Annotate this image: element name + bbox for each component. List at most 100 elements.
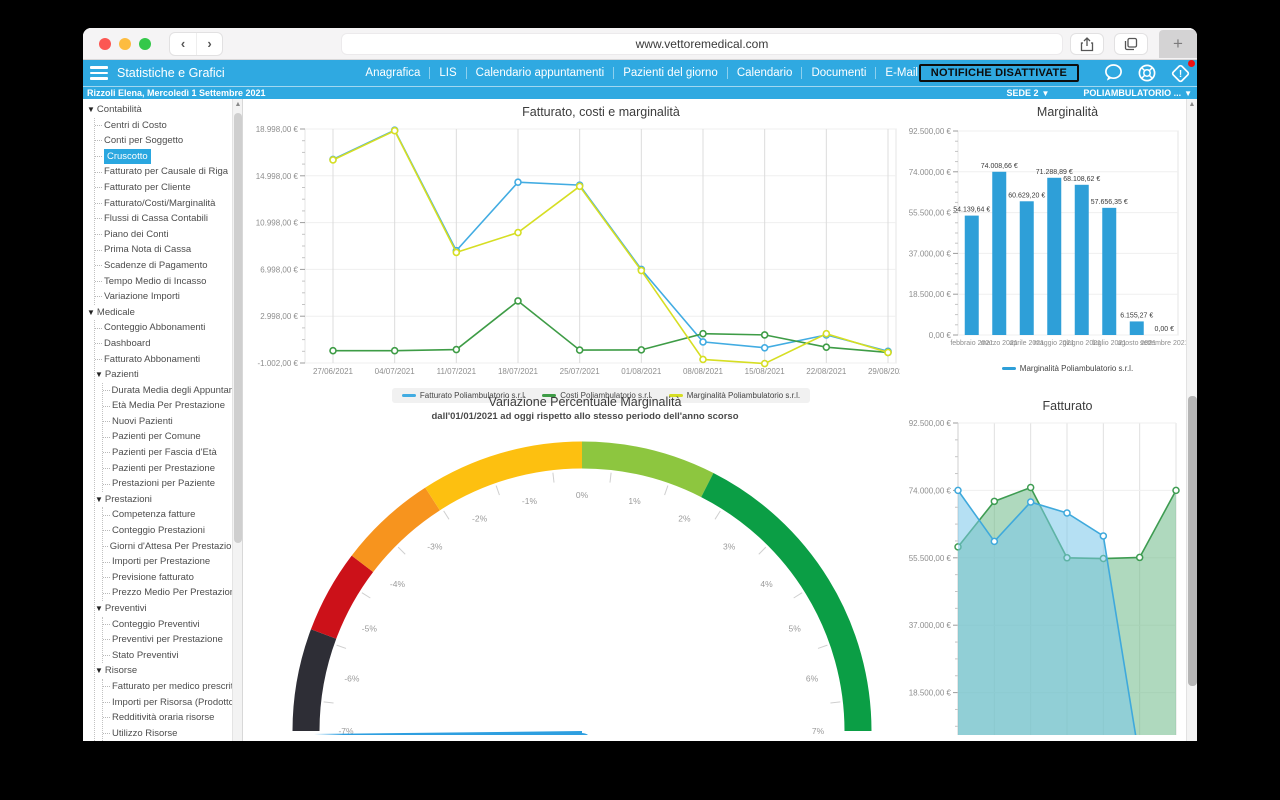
tree-item-conteggio-preventivi[interactable]: Conteggio Preventivi xyxy=(103,617,242,633)
tree-expand-icon[interactable]: ▼ xyxy=(95,367,103,383)
tree-item-importi-per-prestazione[interactable]: Importi per Prestazione xyxy=(103,554,242,570)
nav-lis[interactable]: LIS xyxy=(438,67,457,79)
svg-text:92.500,00 €: 92.500,00 € xyxy=(909,127,952,136)
forward-button[interactable]: › xyxy=(196,32,222,55)
sidebar-scrollbar-thumb[interactable] xyxy=(234,113,242,543)
tree-item-prezzo-medio-per-prestazione[interactable]: Prezzo Medio Per Prestazione xyxy=(103,585,242,601)
tree-connector xyxy=(103,405,110,407)
alerts-diamond-icon[interactable]: ! xyxy=(1170,59,1195,84)
menu-icon[interactable] xyxy=(90,66,108,80)
show-tabs-button[interactable] xyxy=(1114,33,1148,55)
tree-item-prestazioni[interactable]: ▼ Prestazioni xyxy=(95,492,242,508)
close-window-button[interactable] xyxy=(99,37,111,50)
tree-item-label: Flussi di Cassa Contabili xyxy=(104,213,209,225)
tree-connector xyxy=(95,140,102,142)
svg-text:2%: 2% xyxy=(678,513,691,523)
tree-children: Durata Media degli Appuntame Età Media Pe… xyxy=(102,382,242,492)
tree-item-preventivi[interactable]: ▼ Preventivi xyxy=(95,601,242,617)
tree-item-contabilit[interactable]: ▼ Contabilità xyxy=(87,102,242,118)
tree-connector xyxy=(103,717,110,719)
tree-item-competenza-fatture[interactable]: Competenza fatture xyxy=(103,507,242,523)
main-scrollbar-thumb[interactable] xyxy=(1188,396,1197,686)
tree-item-label: Medicale xyxy=(96,306,135,318)
minimize-window-button[interactable] xyxy=(119,37,131,50)
tree-expand-icon[interactable]: ▼ xyxy=(95,492,103,508)
scroll-up-icon[interactable]: ▲ xyxy=(234,101,242,108)
tree-item-scadenze-di-pagamento[interactable]: Scadenze di Pagamento xyxy=(95,258,242,274)
tree-expand-icon[interactable]: ▼ xyxy=(87,305,95,321)
tree-connector xyxy=(95,249,102,251)
tree-item-pazienti-per-prestazione[interactable]: Pazienti per Prestazione xyxy=(103,461,242,477)
tree-item-risorse[interactable]: ▼ Risorse xyxy=(95,663,242,679)
tree-item-previsione-fatturato[interactable]: Previsione fatturato xyxy=(103,570,242,586)
tree-expand-icon[interactable]: ▼ xyxy=(87,102,95,118)
tree-item-fatturato-per-cliente[interactable]: Fatturato per Cliente xyxy=(95,180,242,196)
tree-item-conteggio-abbonamenti[interactable]: Conteggio Abbonamenti xyxy=(95,320,242,336)
main-scrollbar[interactable]: ▲ xyxy=(1186,99,1197,741)
tree-item-preventivi-per-prestazione[interactable]: Preventivi per Prestazione xyxy=(103,632,242,648)
sidebar-scrollbar[interactable]: ▲ xyxy=(232,99,242,741)
bar-chart-canvas: 92.500,00 € 74.000,00 € 55.500,00 € 37.000,… xyxy=(909,127,1189,347)
tree-item-dashboard[interactable]: Dashboard xyxy=(95,336,242,352)
nav-documenti[interactable]: Documenti xyxy=(810,67,867,79)
zoom-window-button[interactable] xyxy=(139,37,151,50)
tree-expand-icon[interactable]: ▼ xyxy=(95,663,103,679)
tree-connector xyxy=(103,592,110,594)
tree-item-pazienti-per-fascia-d-et[interactable]: Pazienti per Fascia d'Età xyxy=(103,445,242,461)
nav-calendario[interactable]: Calendario xyxy=(736,67,794,79)
svg-text:6.155,27 €: 6.155,27 € xyxy=(1120,312,1153,319)
tree-children: Conteggio Preventivi Preventivi per Prest… xyxy=(102,616,242,664)
tree-item-fatturato-per-medico-prescritto[interactable]: Fatturato per medico prescritto xyxy=(103,679,242,695)
tree-item-piano-dei-conti[interactable]: Piano dei Conti xyxy=(95,227,242,243)
tree-item-utilizzo-risorse[interactable]: Utilizzo Risorse xyxy=(103,726,242,741)
nav-calendario-appuntamenti[interactable]: Calendario appuntamenti xyxy=(475,67,606,79)
tree-item-variazione-importi[interactable]: Variazione Importi xyxy=(95,289,242,305)
new-tab-button[interactable]: + xyxy=(1159,30,1197,58)
tree-item-durata-media-degli-appuntame[interactable]: Durata Media degli Appuntame xyxy=(103,383,242,399)
location-selector[interactable]: POLIAMBULATORIO ... ▼ xyxy=(1083,88,1192,98)
svg-text:18.500,00 €: 18.500,00 € xyxy=(909,689,952,698)
tree-item-flussi-di-cassa-contabili[interactable]: Flussi di Cassa Contabili xyxy=(95,211,242,227)
tree-item-prima-nota-di-cassa[interactable]: Prima Nota di Cassa xyxy=(95,242,242,258)
nav-e-mail[interactable]: E-Mail xyxy=(884,67,919,79)
nav-separator xyxy=(429,67,431,79)
tree-expand-icon[interactable]: ▼ xyxy=(95,601,103,617)
sede-selector[interactable]: SEDE 2 ▼ xyxy=(1006,88,1049,98)
tree-item-conteggio-prestazioni[interactable]: Conteggio Prestazioni xyxy=(103,523,242,539)
nav-pazienti-del-giorno[interactable]: Pazienti del giorno xyxy=(622,67,719,79)
tree-item-fatturato-costi-marginalit[interactable]: Fatturato/Costi/Marginalità xyxy=(95,196,242,212)
tree-item-medicale[interactable]: ▼ Medicale xyxy=(87,305,242,321)
tree-item-fatturato-abbonamenti[interactable]: Fatturato Abbonamenti xyxy=(95,352,242,368)
tree-item-pazienti[interactable]: ▼ Pazienti xyxy=(95,367,242,383)
line-chart-fatturato-costi-marginalita: Fatturato, costi e marginalità 18.998,00 … xyxy=(248,105,909,403)
svg-text:2.998,00 €: 2.998,00 € xyxy=(260,312,298,321)
tree-item-et-media-per-prestazione[interactable]: Età Media Per Prestazione xyxy=(103,398,242,414)
tree-item-stato-preventivi[interactable]: Stato Preventivi xyxy=(103,648,242,664)
tree-item-importi-per-risorsa-prodotto[interactable]: Importi per Risorsa (Prodotto) xyxy=(103,695,242,711)
toolbar-nav: Anagrafica LIS Calendario appuntamenti Pazi… xyxy=(364,60,919,86)
tree-item-centri-di-costo[interactable]: Centri di Costo xyxy=(95,118,242,134)
legend-item: Marginalità Poliambulatorio s.r.l. xyxy=(1001,364,1133,373)
tree-item-redditivit-oraria-risorse[interactable]: Redditività oraria risorse xyxy=(103,710,242,726)
tree-item-label: Redditività oraria risorse xyxy=(112,712,215,724)
tree-item-giorni-d-attesa-per-prestazione[interactable]: Giorni d'Attesa Per Prestazione xyxy=(103,539,242,555)
svg-text:92.500,00 €: 92.500,00 € xyxy=(909,419,952,428)
tree-connector xyxy=(95,327,102,329)
share-button[interactable] xyxy=(1070,33,1104,55)
tree-item-nuovi-pazienti[interactable]: Nuovi Pazienti xyxy=(103,414,242,430)
address-bar[interactable]: www.vettoremedical.com xyxy=(341,33,1063,55)
history-buttons: ‹ › xyxy=(169,31,223,56)
tree-item-tempo-medio-di-incasso[interactable]: Tempo Medio di Incasso xyxy=(95,274,242,290)
tree-item-pazienti-per-comune[interactable]: Pazienti per Comune xyxy=(103,429,242,445)
tree-item-cruscotto[interactable]: Cruscotto xyxy=(95,148,242,165)
support-lifebuoy-icon[interactable] xyxy=(1137,63,1157,83)
tree-item-prestazioni-per-paziente[interactable]: Prestazioni per Paziente xyxy=(103,476,242,492)
svg-text:-6%: -6% xyxy=(344,673,360,683)
back-button[interactable]: ‹ xyxy=(170,33,196,55)
nav-anagrafica[interactable]: Anagrafica xyxy=(364,67,421,79)
tree-item-fatturato-per-causale-di-riga[interactable]: Fatturato per Causale di Riga xyxy=(95,164,242,180)
tree-item-conti-per-soggetto[interactable]: Conti per Soggetto xyxy=(95,133,242,149)
scroll-up-icon[interactable]: ▲ xyxy=(1188,101,1196,108)
chat-icon[interactable] xyxy=(1103,63,1124,83)
notifications-toggle-button[interactable]: NOTIFICHE DISATTIVATE xyxy=(918,64,1079,82)
